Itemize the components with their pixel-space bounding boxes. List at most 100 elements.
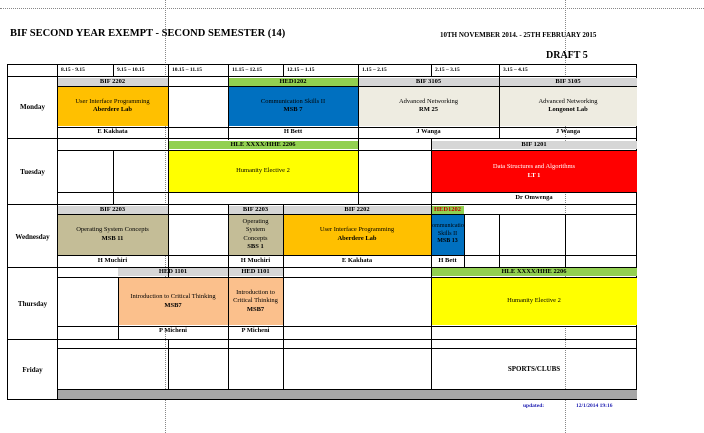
monday-ui-course: User Interface Programming [75, 97, 150, 105]
monday-bif3105a-code: BIF 3105 [358, 78, 499, 86]
grid-v-168-fri [168, 339, 169, 390]
monday-bif3105b-code: BIF 3105 [499, 78, 637, 86]
wednesday-bif2202-code: BIF 2202 [283, 206, 431, 214]
wednesday-ui-course: User Interface Programming [319, 226, 395, 234]
grid-h-thu-end [7, 339, 637, 340]
thursday-hle-code: HLE XXXX/HHE 2206 [431, 268, 637, 276]
grid-v-228 [228, 64, 229, 140]
day-thursday: Thursday [17, 299, 48, 308]
draft-label: DRAFT 5 [546, 50, 588, 61]
monday-net-course-a: Advanced Networking [398, 97, 459, 105]
time-slot-5: 12.15 – 1.15 [287, 67, 315, 74]
wednesday-ui-lecturer: E Kakhata [341, 256, 373, 264]
tuesday-dsa-block: Data Structures and Algorithms LT 1 [431, 151, 637, 192]
monday-ui-room: Aberdere Lab [92, 106, 133, 113]
thursday-hle-course: Humanity Elective 2 [507, 297, 561, 305]
grid-h-tue-lect [57, 192, 637, 193]
day-monday: Monday [20, 103, 45, 112]
monday-net-course-b: Advanced Networking [538, 97, 598, 105]
grid-h-wed-lect [57, 255, 637, 256]
grid-v-283-wed [283, 204, 284, 390]
tuesday-hle-block: Humanity Elective 2 [168, 151, 358, 192]
grid-v-113-thu [118, 277, 119, 339]
grid-v-499-wed [499, 214, 500, 267]
thursday-ct-course: Introduction to Critical Thinking [130, 293, 216, 301]
monday-comm-block: Communication Skills II MSB 7 [228, 86, 358, 126]
thursday-ct2-course: Introduction to Critical Thinking [233, 289, 278, 305]
tuesday-dsa-room: LT 1 [527, 171, 541, 179]
grid-h-fri-1 [57, 348, 637, 349]
grid-h-mon-end [7, 138, 637, 139]
thursday-ct-room: MSB7 [164, 301, 182, 309]
page-title: BIF SECOND YEAR EXEMPT - SECOND SEMESTER… [10, 28, 286, 39]
wednesday-os2-course: Operating System Concepts [242, 218, 269, 242]
day-wednesday: Wednesday [15, 232, 50, 241]
grid-h-tue-end [7, 204, 637, 205]
thursday-ct-lecturer: P Micheni [159, 327, 187, 335]
tuesday-hle-code: HLE XXXX/HHE 2206 [168, 141, 358, 149]
grid-h-time [7, 76, 637, 77]
wednesday-os-room: MSB 11 [101, 234, 124, 242]
monday-ui-block: User Interface Programming Aberdere Lab [57, 86, 168, 126]
grid-h-wed-end [7, 267, 637, 268]
time-slot-7: 2.15 – 3.15 [435, 67, 460, 74]
monday-net-block-a: Advanced Networking RM 25 [358, 86, 499, 126]
wednesday-ui-room: Aberdere Lab [337, 234, 377, 242]
time-slot-1: 8.15 - 9.15 [61, 67, 85, 74]
day-tuesday: Tuesday [20, 167, 45, 176]
time-slot-8: 3.15 – 4.15 [503, 67, 528, 74]
wednesday-os2-room: SBS 1 [247, 242, 264, 250]
semester-dates: 10TH NOVEMBER 2014. - 25TH FEBRUARY 2015 [440, 31, 597, 39]
grid-h-mon-lect [57, 127, 637, 128]
monday-comm-room: MSB 7 [283, 106, 303, 113]
wednesday-hed1202-code: HED1202 [431, 206, 464, 214]
tuesday-hle-course: Humanity Elective 2 [236, 167, 290, 175]
grid-h-mon-hdr [57, 86, 637, 87]
wednesday-os-course: Operating System Concepts [76, 226, 149, 234]
wednesday-os2-lecturer: H Muchiri [240, 256, 271, 264]
monday-bif2202-code: BIF 2202 [57, 78, 168, 86]
monday-net-room-a: RM 25 [419, 106, 438, 113]
thursday-hle-block: Humanity Elective 2 [431, 278, 637, 325]
wednesday-bif2203-code: BIF 2203 [57, 206, 168, 214]
grid-v-431 [431, 64, 432, 77]
tuesday-bif1201-code: BIF 1201 [431, 141, 637, 149]
grid-v-168 [168, 64, 169, 278]
wednesday-os-lecturer: H Muchiri [97, 256, 128, 264]
wednesday-comm-block: Communication Skills II MSB 13 [431, 214, 464, 255]
grid-h-thu-hdr [57, 277, 637, 278]
grid-v-283 [283, 64, 284, 77]
thursday-hed1101b-code: HED 1101 [228, 268, 283, 276]
wednesday-ui-block: User Interface Programming Aberdere Lab [283, 214, 431, 255]
grid-v-431-tue [431, 138, 432, 390]
monday-ui-lecturer: E Kakhata [97, 128, 128, 136]
thursday-ct2-room: MSB7 [246, 305, 265, 313]
grid-h-thu-lect [57, 326, 637, 327]
wednesday-comm-lecturer: H Bett [438, 256, 457, 264]
monday-net-lecturer-a: J Wanga [416, 128, 441, 136]
tuesday-dsa-course: Data Structures and Algorithms [492, 163, 576, 171]
monday-net-room-b: Longonot Lab [548, 106, 588, 113]
wednesday-os2-block: Operating System Concepts SBS 1 [228, 214, 283, 255]
monday-hed1202-code: HED1202 [228, 78, 358, 86]
thursday-ct-block: Introduction to Critical Thinking MSB7 [118, 278, 228, 325]
wednesday-bif2203b-code: BIF 2203 [228, 206, 283, 214]
grid-v-565-wed [565, 214, 566, 267]
grid-h-wed-hdr [57, 214, 637, 215]
wednesday-comm-course: Communication Skills II [431, 223, 464, 237]
thursday-hed1101-code: HED 1101 [118, 268, 228, 276]
grid-v-358 [358, 64, 359, 204]
time-slot-2: 9.15 – 10.15 [117, 67, 145, 74]
grid-v-113-mon [113, 64, 114, 77]
footer-bar [57, 390, 637, 399]
monday-net-lecturer-b: J Wanga [555, 128, 581, 136]
thursday-ct2-block: Introduction to Critical Thinking MSB7 [228, 278, 283, 325]
monday-comm-course: Communication Skills II [260, 97, 326, 105]
wednesday-comm-room: MSB 13 [437, 238, 458, 245]
monday-net-block-b: Advanced Networking Longonot Lab [499, 86, 637, 126]
time-slot-3: 10.15 – 11.15 [172, 67, 202, 74]
updated-value: 12/1/2014 19:16 [576, 403, 613, 409]
monday-comm-lecturer: H Bett [283, 128, 303, 136]
grid-h-tue-hdr [57, 150, 637, 151]
tuesday-dsa-lecturer: Dr Omwenga [515, 194, 553, 202]
